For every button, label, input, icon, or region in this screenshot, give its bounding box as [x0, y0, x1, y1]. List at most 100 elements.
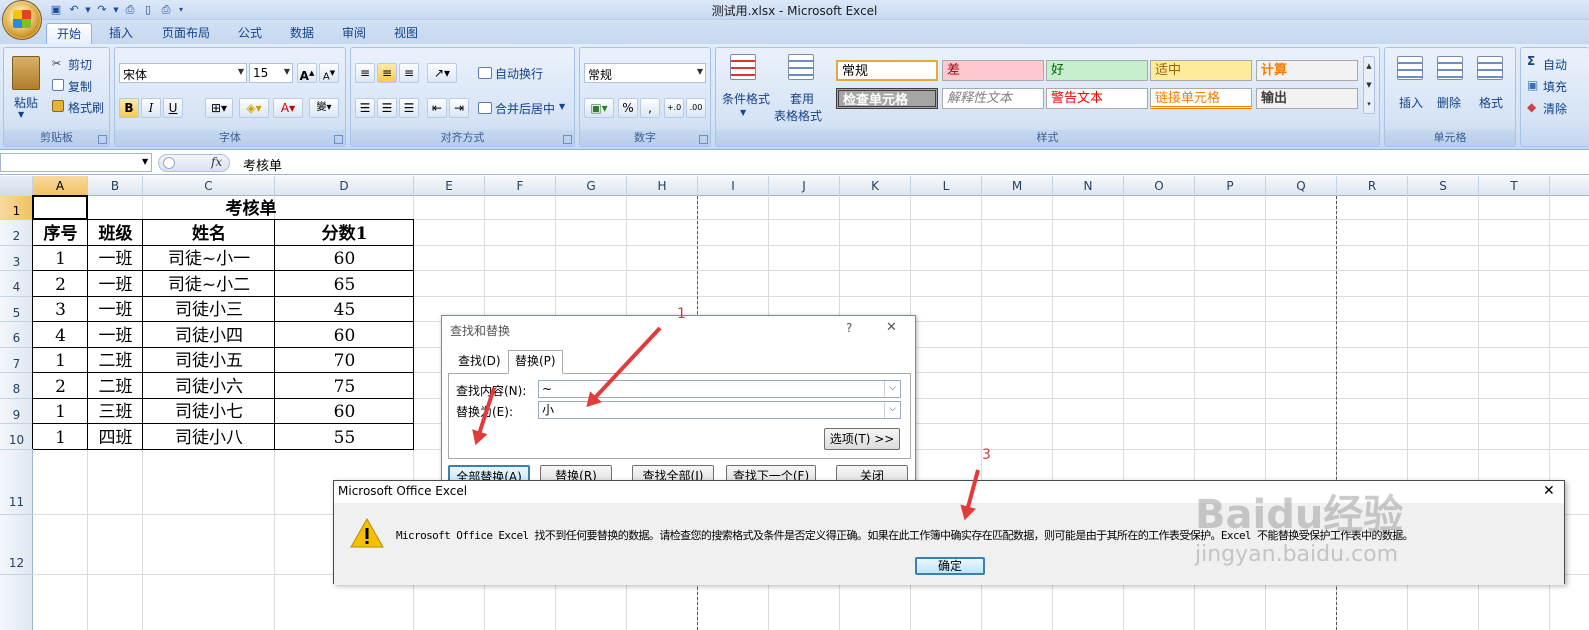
number-format-combo[interactable]: 常规 ▼: [584, 63, 706, 83]
table-cell[interactable]: 司徒小八: [143, 426, 275, 450]
header-cell[interactable]: 班级: [88, 222, 143, 246]
decrease-indent-button[interactable]: ⇤: [427, 98, 447, 118]
border-button[interactable]: ⊞▾: [205, 98, 233, 118]
row-header-8[interactable]: 8: [0, 373, 33, 399]
table-cell[interactable]: 司徒小四: [143, 324, 275, 348]
row-header-2[interactable]: 2: [0, 220, 33, 246]
column-header-h[interactable]: H: [627, 176, 698, 196]
table-cell[interactable]: 司徒小六: [143, 375, 275, 399]
merge-center-button[interactable]: 合并后居中: [495, 100, 555, 117]
ok-button[interactable]: 确定: [915, 557, 985, 575]
table-cell[interactable]: 1: [33, 248, 88, 271]
font-size-combo[interactable]: 15 ▼: [249, 63, 293, 83]
align-right-button[interactable]: ☰: [399, 98, 419, 118]
tab-formulas[interactable]: 公式: [228, 23, 272, 44]
table-cell[interactable]: 司徒小三: [143, 299, 275, 322]
font-name-combo[interactable]: 宋体 ▼: [119, 63, 247, 83]
tab-find[interactable]: 查找(D): [452, 351, 507, 373]
tab-page-layout[interactable]: 页面布局: [152, 23, 220, 44]
row-header-10[interactable]: 10: [0, 424, 33, 450]
tab-data[interactable]: 数据: [280, 23, 324, 44]
table-cell[interactable]: 司徒~小一: [143, 248, 275, 271]
table-cell[interactable]: 1: [33, 426, 88, 450]
table-cell[interactable]: 司徒~小二: [143, 273, 275, 297]
table-cell[interactable]: 1: [33, 350, 88, 373]
name-box[interactable]: [0, 153, 152, 172]
align-bottom-button[interactable]: ≡: [399, 63, 419, 83]
column-header-k[interactable]: K: [840, 176, 911, 196]
align-middle-button[interactable]: ≡: [377, 63, 397, 83]
table-cell[interactable]: 四班: [88, 426, 143, 450]
table-cell[interactable]: 75: [275, 375, 414, 399]
row-header-7[interactable]: 7: [0, 348, 33, 373]
italic-button[interactable]: I: [141, 98, 161, 118]
cut-button[interactable]: 剪切: [68, 56, 92, 73]
print-preview-icon[interactable]: ⎙: [122, 2, 138, 18]
active-cell-a1[interactable]: [32, 195, 88, 220]
delete-cells-button[interactable]: 删除: [1437, 94, 1461, 111]
currency-button[interactable]: ▣▾: [584, 98, 614, 118]
align-center-button[interactable]: ☰: [377, 98, 397, 118]
table-cell[interactable]: 一班: [88, 299, 143, 322]
gallery-scroll-icon[interactable]: ▲ ▼ ▾: [1363, 56, 1375, 114]
cell-style-0[interactable]: 常规: [836, 60, 938, 81]
row-header-4[interactable]: 4: [0, 271, 33, 297]
table-cell[interactable]: 65: [275, 273, 414, 297]
table-cell[interactable]: 55: [275, 426, 414, 450]
comma-button[interactable]: ,: [640, 98, 660, 118]
tab-insert[interactable]: 插入: [100, 23, 142, 44]
table-cell[interactable]: 1: [33, 401, 88, 424]
column-header-g[interactable]: G: [556, 176, 627, 196]
row-header-12[interactable]: 12: [0, 515, 33, 575]
column-header-a[interactable]: A: [33, 176, 88, 196]
row-header-5[interactable]: 5: [0, 297, 33, 322]
underline-button[interactable]: U: [163, 98, 183, 118]
options-button[interactable]: 选项(T) >>: [824, 428, 900, 450]
format-table-line1[interactable]: 套用: [790, 90, 814, 107]
row-header-9[interactable]: 9: [0, 399, 33, 424]
row-header-11[interactable]: 11: [0, 450, 33, 515]
increase-decimal-button[interactable]: +.0: [664, 98, 684, 118]
phonetic-button[interactable]: 變▾: [309, 98, 339, 118]
cell-style-7[interactable]: 警告文本: [1046, 88, 1148, 109]
header-cell[interactable]: 姓名: [143, 222, 275, 246]
table-cell[interactable]: 2: [33, 375, 88, 399]
cell-style-9[interactable]: 输出: [1256, 88, 1358, 109]
redo-icon[interactable]: ↷: [94, 2, 110, 18]
table-cell[interactable]: 60: [275, 248, 414, 271]
align-left-button[interactable]: ☰: [355, 98, 375, 118]
copy-button[interactable]: 复制: [68, 78, 92, 95]
table-cell[interactable]: 司徒小五: [143, 350, 275, 373]
column-header-e[interactable]: E: [414, 176, 485, 196]
column-header-t[interactable]: T: [1479, 176, 1550, 196]
header-cell[interactable]: 序号: [33, 222, 88, 246]
decrease-decimal-button[interactable]: .00: [686, 98, 706, 118]
table-cell[interactable]: 二班: [88, 350, 143, 373]
format-table-line2[interactable]: 表格格式: [774, 107, 822, 124]
column-header-r[interactable]: R: [1337, 176, 1408, 196]
close-icon[interactable]: ✕: [886, 320, 897, 335]
column-header-d[interactable]: D: [275, 176, 414, 196]
align-top-button[interactable]: ≡: [355, 63, 375, 83]
chevron-down-icon[interactable]: ⌵: [884, 381, 900, 397]
insert-function-button[interactable]: fx: [211, 155, 222, 169]
percent-button[interactable]: %: [618, 98, 638, 118]
fill-color-button[interactable]: ◈▾: [239, 98, 269, 118]
new-file-icon[interactable]: ▯: [140, 2, 156, 18]
column-header-m[interactable]: M: [982, 176, 1053, 196]
orientation-button[interactable]: ↗▾: [427, 63, 457, 83]
font-launcher-icon[interactable]: [334, 135, 343, 144]
cell-style-3[interactable]: 适中: [1150, 60, 1252, 81]
shrink-font-button[interactable]: A▼: [319, 63, 339, 83]
wrap-text-button[interactable]: 自动换行: [495, 65, 543, 82]
format-cells-button[interactable]: 格式: [1479, 94, 1503, 111]
name-box-dropdown-icon[interactable]: ▼: [142, 157, 148, 166]
conditional-format-button[interactable]: 条件格式: [722, 90, 770, 107]
table-cell[interactable]: 70: [275, 350, 414, 373]
paste-dropdown-icon[interactable]: ▼: [18, 110, 24, 119]
increase-indent-button[interactable]: ⇥: [449, 98, 469, 118]
cell-style-1[interactable]: 差: [942, 60, 1044, 81]
table-cell[interactable]: 一班: [88, 324, 143, 348]
table-cell[interactable]: 一班: [88, 273, 143, 297]
save-icon[interactable]: ▣: [48, 2, 64, 18]
